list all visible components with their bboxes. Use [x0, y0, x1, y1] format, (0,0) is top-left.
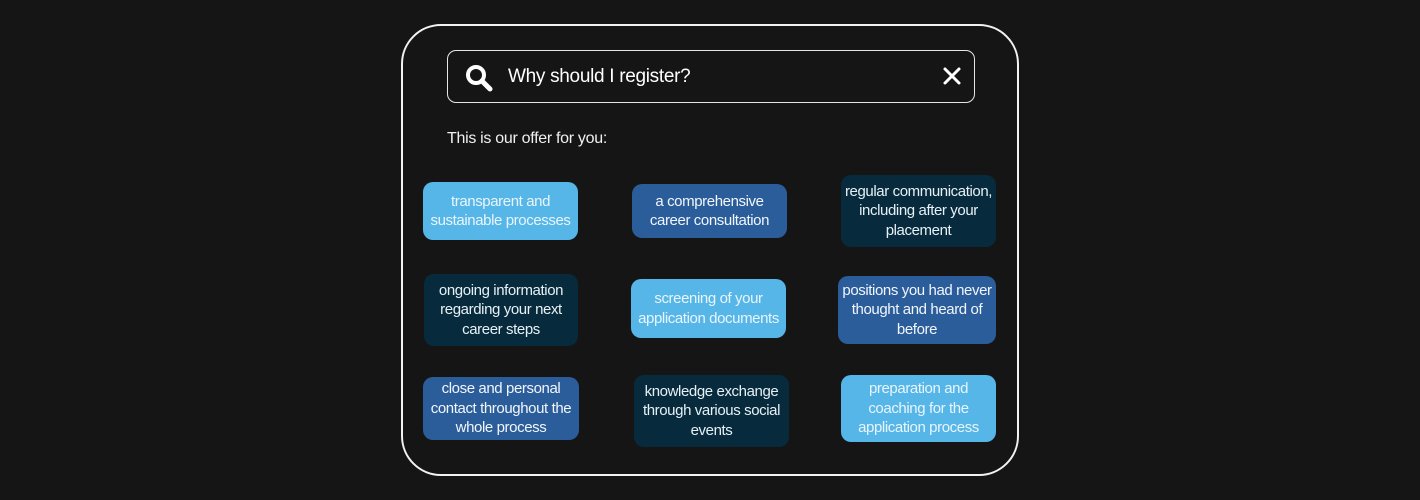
offer-tile-knowledge-exchange[interactable]: knowledge exchange through various socia… — [634, 375, 789, 447]
offer-tile-transparent-processes[interactable]: transparent and sustainable processes — [423, 182, 578, 240]
offer-tile-new-positions[interactable]: positions you had never thought and hear… — [838, 276, 996, 344]
offer-tile-document-screening[interactable]: screening of your application documents — [631, 279, 786, 338]
offer-heading: This is our offer for you: — [447, 130, 607, 147]
close-icon[interactable] — [942, 66, 962, 86]
offer-tile-ongoing-information[interactable]: ongoing information regarding your next … — [424, 274, 578, 346]
search-icon[interactable] — [464, 63, 494, 93]
search-input[interactable] — [508, 51, 928, 102]
offer-tile-career-consultation[interactable]: a comprehensive career consultation — [632, 184, 787, 238]
offer-tile-regular-communication[interactable]: regular communication, including after y… — [841, 175, 996, 247]
offer-tile-personal-contact[interactable]: close and personal contact throughout th… — [423, 377, 579, 440]
offer-tile-application-coaching[interactable]: preparation and coaching for the applica… — [841, 375, 996, 442]
search-bar[interactable] — [447, 50, 975, 103]
